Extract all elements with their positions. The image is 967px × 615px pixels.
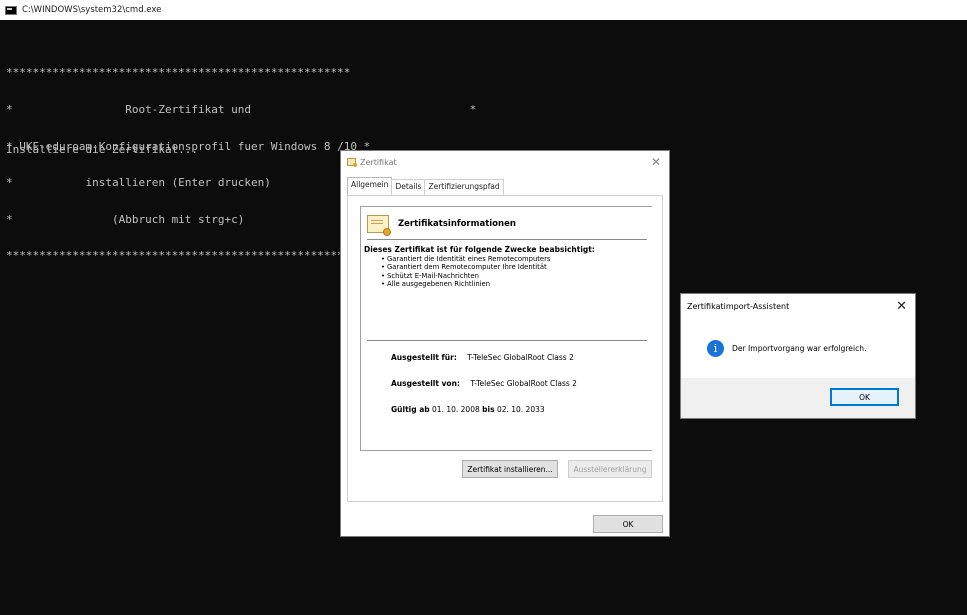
window-titlebar[interactable]: C:\WINDOWS\system32\cmd.exe bbox=[0, 0, 967, 20]
divider bbox=[367, 239, 647, 240]
wizard-titlebar[interactable]: Zertifikatimport-Assistent ✕ bbox=[681, 294, 915, 318]
valid-from-value: 01. 10. 2008 bbox=[432, 405, 480, 414]
issued-by-row: Ausgestellt von: T-TeleSec GlobalRoot Cl… bbox=[391, 379, 577, 388]
console-line: ****************************************… bbox=[6, 66, 351, 80]
valid-to-value: 02. 10. 2033 bbox=[496, 405, 545, 414]
tab-bar: Allgemein Details Zertifizierungspfad bbox=[347, 177, 504, 195]
issued-by-value: T-TeleSec GlobalRoot Class 2 bbox=[470, 379, 577, 388]
certificate-info-box: Zertifikatsinformationen Dieses Zertifik… bbox=[360, 206, 652, 451]
ok-button[interactable]: OK bbox=[830, 388, 899, 406]
list-item: Garantiert die Identität eines Remotecom… bbox=[381, 255, 550, 263]
list-item: Alle ausgegebenen Richtlinien bbox=[381, 280, 550, 288]
purpose-list: Garantiert die Identität eines Remotecom… bbox=[381, 255, 550, 289]
console-status-line: Installiere die Zertifikat... bbox=[6, 143, 199, 156]
install-certificate-button[interactable]: Zertifikat installieren... bbox=[462, 460, 558, 478]
wizard-footer: OK bbox=[681, 378, 915, 418]
tab-panel-allgemein: Zertifikatsinformationen Dieses Zertifik… bbox=[347, 195, 663, 502]
issuer-statement-button[interactable]: Ausstellererklärung bbox=[568, 460, 652, 478]
purpose-heading: Dieses Zertifikat ist für folgende Zweck… bbox=[364, 245, 595, 254]
issued-by-label: Ausgestellt von: bbox=[391, 379, 460, 388]
issued-to-value: T-TeleSec GlobalRoot Class 2 bbox=[467, 353, 574, 362]
info-header: Zertifikatsinformationen bbox=[367, 215, 516, 236]
window-title: C:\WINDOWS\system32\cmd.exe bbox=[22, 5, 162, 15]
tab-details[interactable]: Details bbox=[391, 179, 426, 195]
valid-to-label: bis bbox=[482, 405, 495, 414]
tab-allgemein[interactable]: Allgemein bbox=[347, 177, 393, 195]
ok-button[interactable]: OK bbox=[593, 515, 663, 533]
wizard-title: Zertifikatimport-Assistent bbox=[687, 301, 790, 311]
close-icon[interactable]: ✕ bbox=[896, 299, 907, 314]
certificate-icon bbox=[367, 215, 391, 236]
issued-to-row: Ausgestellt für: T-TeleSec GlobalRoot Cl… bbox=[391, 353, 574, 362]
console-line: * Root-Zertifikat und * bbox=[6, 103, 477, 116]
list-item: Schützt E-Mail-Nachrichten bbox=[381, 272, 550, 280]
validity-row: Gültig ab 01. 10. 2008 bis 02. 10. 2033 bbox=[391, 405, 545, 414]
info-title: Zertifikatsinformationen bbox=[398, 219, 516, 229]
issued-to-label: Ausgestellt für: bbox=[391, 353, 457, 362]
wizard-message: Der Importvorgang war erfolgreich. bbox=[732, 343, 867, 353]
divider bbox=[367, 340, 647, 341]
cmd-icon bbox=[5, 5, 17, 15]
certificate-icon bbox=[347, 158, 357, 167]
close-icon[interactable]: ✕ bbox=[651, 155, 661, 169]
wizard-body: i Der Importvorgang war erfolgreich. bbox=[681, 318, 915, 378]
certificate-dialog-title: Zertifikat bbox=[360, 157, 397, 167]
certificate-dialog-titlebar[interactable]: Zertifikat ✕ bbox=[341, 151, 669, 173]
certificate-dialog: Zertifikat ✕ Allgemein Details Zertifizi… bbox=[340, 150, 670, 537]
tab-zertifizierungspfad[interactable]: Zertifizierungspfad bbox=[424, 179, 504, 195]
import-wizard-dialog: Zertifikatimport-Assistent ✕ i Der Impor… bbox=[680, 293, 916, 419]
list-item: Garantiert dem Remotecomputer Ihre Ident… bbox=[381, 263, 550, 271]
info-icon: i bbox=[707, 339, 724, 357]
valid-from-label: Gültig ab bbox=[391, 405, 430, 414]
